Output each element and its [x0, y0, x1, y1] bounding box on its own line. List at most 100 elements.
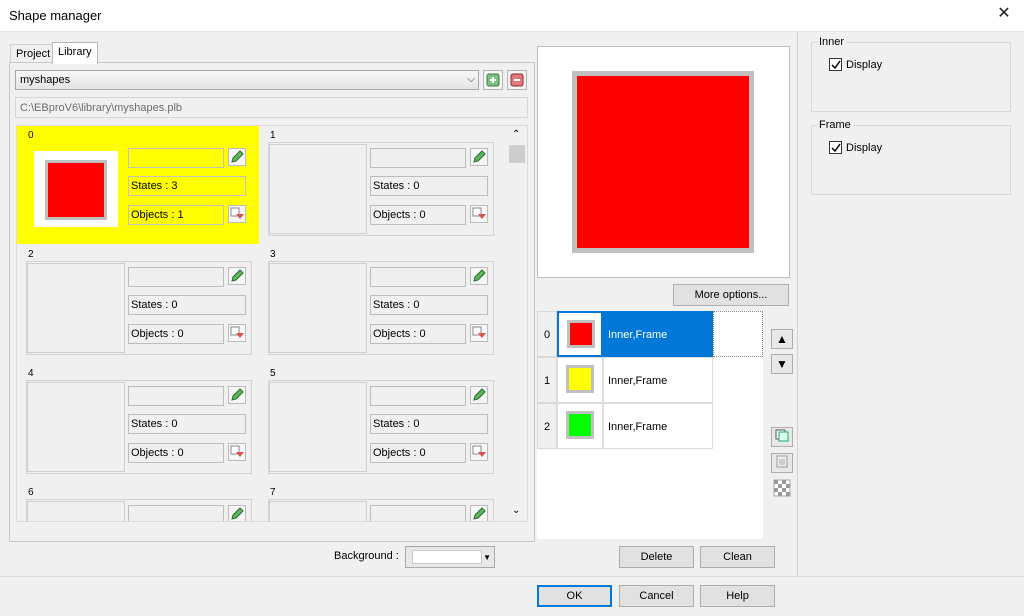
shape-name-field[interactable] [128, 267, 224, 287]
shape-thumbnail [269, 263, 367, 353]
state-row-0[interactable]: 0 Inner,Frame [537, 311, 763, 357]
cancel-button[interactable]: Cancel [619, 585, 694, 607]
shape-thumbnail [27, 263, 125, 353]
shape-objects: Objects : 0 [370, 205, 466, 225]
pencil-icon[interactable] [228, 148, 246, 166]
objects-icon[interactable] [470, 205, 488, 223]
inner-display-checkbox[interactable] [829, 58, 842, 71]
move-state-down-button[interactable]: ▼ [771, 354, 793, 374]
shape-objects: Objects : 1 [128, 205, 224, 225]
shape-states: States : 0 [370, 176, 488, 196]
shape-states: States : 3 [128, 176, 246, 196]
shape-cell-4[interactable]: 4 States : 0 Objects : 0 [17, 364, 259, 482]
ok-button[interactable]: OK [537, 585, 612, 607]
state-row-1[interactable]: 1 Inner,Frame [537, 357, 763, 403]
shape-states: States : 0 [370, 295, 488, 315]
more-options-button[interactable]: More options... [673, 284, 789, 306]
grid-scrollbar[interactable]: ⌃ ⌄ [508, 127, 526, 520]
shape-cell-7[interactable]: 7 [259, 483, 501, 521]
title-bar: Shape manager ✕ [0, 0, 1024, 32]
scroll-thumb[interactable] [509, 145, 525, 163]
copy-state-icon [775, 429, 789, 442]
close-icon[interactable]: ✕ [996, 6, 1012, 22]
objects-icon[interactable] [228, 205, 246, 223]
objects-icon[interactable] [470, 324, 488, 342]
shape-objects: Objects : 0 [128, 324, 224, 344]
clean-button[interactable]: Clean [700, 546, 775, 568]
state-label: Inner,Frame [603, 357, 713, 403]
state-index: 2 [537, 403, 557, 449]
chevron-down-icon: ⌵ [467, 74, 475, 85]
frame-display-checkbox[interactable] [829, 141, 842, 154]
shape-name-field[interactable] [370, 148, 466, 168]
state-label: Inner,Frame [603, 403, 713, 449]
shape-name-field[interactable] [128, 148, 224, 168]
library-select-value: myshapes [20, 74, 71, 86]
delete-library-button[interactable] [507, 70, 527, 90]
pencil-icon[interactable] [470, 386, 488, 404]
pencil-icon[interactable] [228, 267, 246, 285]
preview-shape [572, 71, 754, 253]
help-button[interactable]: Help [700, 585, 775, 607]
shape-cell-2[interactable]: 2 States : 0 Objects : 0 [17, 245, 259, 363]
frame-groupbox [811, 125, 1011, 195]
shape-index: 5 [270, 368, 276, 379]
pencil-icon[interactable] [228, 505, 246, 521]
arrow-up-icon: ▲ [776, 332, 788, 346]
transparent-button[interactable] [771, 478, 793, 498]
pencil-icon[interactable] [470, 267, 488, 285]
library-path: C:\EBproV6\library\myshapes.plb [15, 97, 528, 118]
pencil-icon[interactable] [228, 386, 246, 404]
shape-thumbnail [27, 144, 125, 234]
chevron-up-icon[interactable]: ⌃ [512, 129, 520, 140]
state-index: 0 [537, 311, 557, 357]
shape-objects: Objects : 0 [128, 443, 224, 463]
state-swatch [557, 357, 603, 403]
objects-icon[interactable] [470, 443, 488, 461]
shape-name-field[interactable] [370, 267, 466, 287]
shape-name-field[interactable] [370, 386, 466, 406]
copy-state-button[interactable] [771, 427, 793, 447]
shape-cell-5[interactable]: 5 States : 0 Objects : 0 [259, 364, 501, 482]
inner-display-label: Display [846, 59, 883, 71]
shape-states: States : 0 [128, 295, 246, 315]
objects-icon[interactable] [228, 443, 246, 461]
shape-index: 1 [270, 130, 276, 141]
paste-state-button[interactable] [771, 453, 793, 473]
shape-cell-1[interactable]: 1 States : 0 Objects : 0 [259, 126, 501, 244]
library-select[interactable]: myshapes ⌵ [15, 70, 479, 90]
tab-project[interactable]: Project [10, 44, 57, 64]
shape-name-field[interactable] [128, 505, 224, 521]
shape-thumbnail [269, 382, 367, 472]
pencil-icon[interactable] [470, 505, 488, 521]
shape-cell-6[interactable]: 6 [17, 483, 259, 521]
shape-cell-3[interactable]: 3 States : 0 Objects : 0 [259, 245, 501, 363]
add-library-button[interactable] [483, 70, 503, 90]
shape-thumbnail [269, 501, 367, 521]
shape-cell-0[interactable]: 0 States : 3 Objects : 1 [17, 126, 259, 244]
delete-button[interactable]: Delete [619, 546, 694, 568]
shape-preview [537, 46, 790, 278]
shape-objects: Objects : 0 [370, 443, 466, 463]
background-color-select[interactable]: ▼ [405, 546, 495, 568]
shape-index: 0 [28, 130, 34, 141]
shape-states: States : 0 [370, 414, 488, 434]
chevron-down-icon: ▼ [483, 553, 491, 562]
state-row-2[interactable]: 2 Inner,Frame [537, 403, 763, 449]
pencil-icon[interactable] [470, 148, 488, 166]
shape-index: 6 [28, 487, 34, 498]
tab-library[interactable]: Library [52, 42, 98, 64]
shape-name-field[interactable] [128, 386, 224, 406]
frame-display-label: Display [846, 142, 883, 154]
states-list: 0 Inner,Frame 1 Inner,Frame 2 Inner,Fram… [537, 311, 763, 539]
panel-separator [797, 32, 798, 576]
shape-name-field[interactable] [370, 505, 466, 521]
objects-icon[interactable] [228, 324, 246, 342]
state-index: 1 [537, 357, 557, 403]
inner-group-title: Inner [817, 36, 847, 48]
shape-index: 4 [28, 368, 34, 379]
shape-index: 7 [270, 487, 276, 498]
move-state-up-button[interactable]: ▲ [771, 329, 793, 349]
chevron-down-icon[interactable]: ⌄ [512, 505, 520, 516]
footer-separator [0, 576, 1024, 577]
